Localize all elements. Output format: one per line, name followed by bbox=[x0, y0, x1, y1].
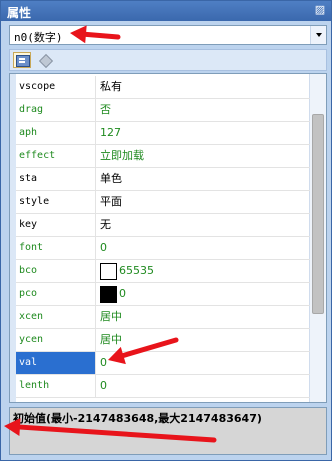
property-name: val bbox=[16, 352, 96, 374]
property-value-text: 无 bbox=[100, 218, 111, 231]
property-value[interactable]: 0 bbox=[97, 352, 310, 374]
property-row-ycen[interactable]: ycen 居中 bbox=[16, 329, 310, 352]
object-select[interactable]: n0(数字) bbox=[9, 25, 327, 45]
properties-panel: 属性 ▨ n0(数字) vscope 私有 drag 否 aph 127 effect 立即加… bbox=[0, 0, 332, 461]
property-toolbar bbox=[9, 49, 327, 71]
property-row-style[interactable]: style 平面 bbox=[16, 191, 310, 214]
property-value[interactable]: 私有 bbox=[97, 76, 310, 98]
property-row-val[interactable]: val 0 bbox=[16, 352, 310, 375]
color-swatch bbox=[100, 262, 117, 280]
property-row-pco[interactable]: pco 0 bbox=[16, 283, 310, 306]
property-name: vscope bbox=[16, 76, 96, 98]
property-row-lenth[interactable]: lenth 0 bbox=[16, 375, 310, 398]
property-row-sta[interactable]: sta 单色 bbox=[16, 168, 310, 191]
property-value-text: 平面 bbox=[100, 195, 122, 208]
panel-title: 属性 bbox=[7, 6, 32, 20]
property-row-effect[interactable]: effect 立即加载 bbox=[16, 145, 310, 168]
chevron-down-icon[interactable] bbox=[310, 26, 326, 44]
description-text: 初始值(最小-2147483648,最大2147483647) bbox=[13, 412, 262, 425]
property-name: lenth bbox=[16, 375, 96, 397]
panel-titlebar: 属性 ▨ bbox=[1, 1, 331, 21]
property-value-text: 65535 bbox=[119, 264, 154, 277]
property-row-bco[interactable]: bco 65535 bbox=[16, 260, 310, 283]
property-value[interactable]: 否 bbox=[97, 99, 310, 121]
property-name: style bbox=[16, 191, 96, 213]
property-name: effect bbox=[16, 145, 96, 167]
property-name: pco bbox=[16, 283, 96, 305]
property-value[interactable]: 65535 bbox=[97, 260, 310, 282]
property-name: key bbox=[16, 214, 96, 236]
property-name: font bbox=[16, 237, 96, 259]
vertical-scrollbar[interactable] bbox=[309, 74, 326, 402]
property-value[interactable]: 平面 bbox=[97, 191, 310, 213]
property-name: ycen bbox=[16, 329, 96, 351]
property-value[interactable]: 单色 bbox=[97, 168, 310, 190]
property-value[interactable]: 无 bbox=[97, 214, 310, 236]
property-value[interactable]: 0 bbox=[97, 237, 310, 259]
diamond-icon[interactable] bbox=[36, 52, 54, 68]
property-value-text: 否 bbox=[100, 103, 111, 116]
property-value-text: 立即加载 bbox=[100, 149, 144, 162]
property-value-text: 居中 bbox=[100, 333, 122, 346]
property-value-text: 0 bbox=[100, 379, 107, 392]
categorized-icon[interactable] bbox=[13, 52, 31, 68]
property-value-text: 私有 bbox=[100, 80, 122, 93]
property-name: bco bbox=[16, 260, 96, 282]
property-row-xcen[interactable]: xcen 居中 bbox=[16, 306, 310, 329]
description-pane: 初始值(最小-2147483648,最大2147483647) bbox=[9, 407, 327, 455]
property-value-text: 居中 bbox=[100, 310, 122, 323]
property-value[interactable]: 立即加载 bbox=[97, 145, 310, 167]
property-value-text: 0 bbox=[119, 287, 126, 300]
property-row-drag[interactable]: drag 否 bbox=[16, 99, 310, 122]
property-value[interactable]: 居中 bbox=[97, 329, 310, 351]
scrollbar-thumb[interactable] bbox=[312, 114, 324, 314]
property-row-key[interactable]: key 无 bbox=[16, 214, 310, 237]
object-select-value: n0(数字) bbox=[14, 31, 63, 44]
color-swatch bbox=[100, 285, 117, 303]
property-value-text: 0 bbox=[100, 356, 107, 369]
property-value[interactable]: 0 bbox=[97, 375, 310, 397]
property-value-text: 单色 bbox=[100, 172, 122, 185]
property-value[interactable]: 0 bbox=[97, 283, 310, 305]
property-row-font[interactable]: font 0 bbox=[16, 237, 310, 260]
property-value[interactable]: 居中 bbox=[97, 306, 310, 328]
property-name: aph bbox=[16, 122, 96, 144]
property-grid: vscope 私有 drag 否 aph 127 effect 立即加载 sta 单色 style 平… bbox=[9, 73, 327, 403]
property-row-vscope[interactable]: vscope 私有 bbox=[16, 76, 310, 99]
property-name: sta bbox=[16, 168, 96, 190]
pin-icon[interactable]: ▨ bbox=[313, 3, 327, 17]
property-name: xcen bbox=[16, 306, 96, 328]
property-row-aph[interactable]: aph 127 bbox=[16, 122, 310, 145]
property-value-text: 127 bbox=[100, 126, 121, 139]
property-name: drag bbox=[16, 99, 96, 121]
property-value-text: 0 bbox=[100, 241, 107, 254]
property-value[interactable]: 127 bbox=[97, 122, 310, 144]
